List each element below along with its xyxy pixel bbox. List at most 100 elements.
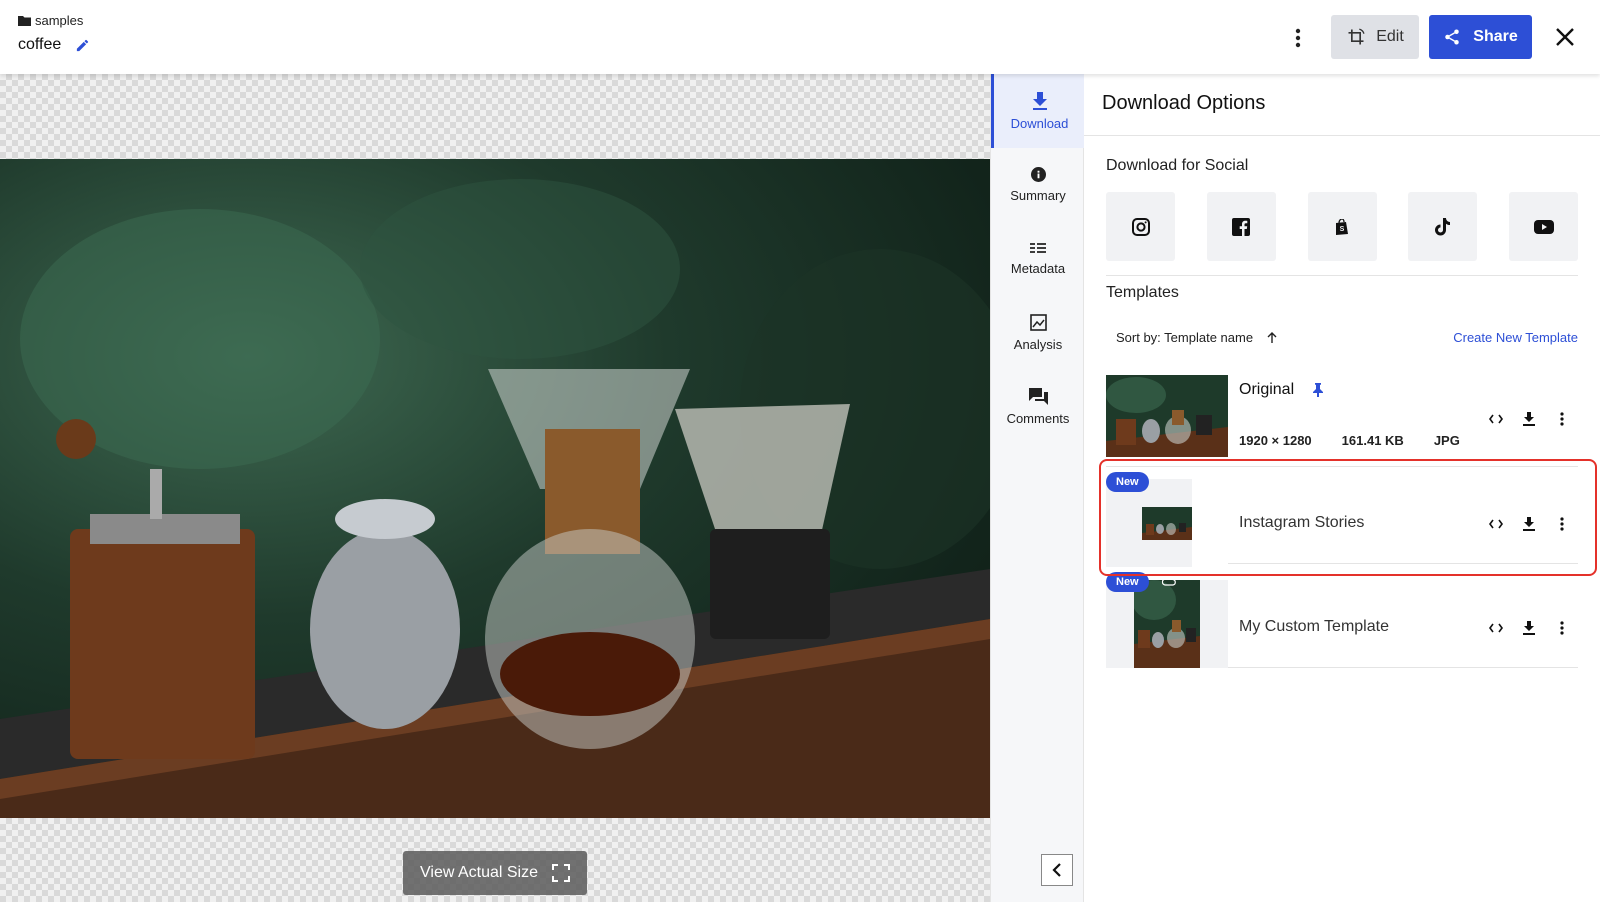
list-icon [1030,242,1046,253]
template-actions [1479,512,1578,536]
divider [1084,135,1600,136]
template-actions [1479,616,1578,640]
share-button[interactable]: Share [1429,15,1532,59]
nav-download-label: Download [1010,115,1069,131]
download-button[interactable] [1512,512,1545,536]
nav-summary[interactable]: Summary [991,148,1085,222]
embed-button[interactable] [1479,512,1512,536]
crop-rotate-icon [1348,28,1365,45]
vertical-dots-icon [1559,517,1564,531]
template-thumbnail [1106,479,1228,567]
code-icon [1488,414,1503,424]
template-name: Original [1239,381,1295,398]
breadcrumb[interactable]: samples [18,13,83,28]
edit-label: Edit [1376,28,1404,45]
chevron-left-icon [1052,863,1061,877]
close-button[interactable] [1550,22,1580,52]
more-options-button[interactable] [1284,24,1312,52]
shopify-button[interactable]: S [1307,192,1377,261]
create-template-link[interactable]: Create New Template [1453,330,1578,345]
tiktok-button[interactable] [1408,192,1478,261]
new-badge: New [1106,472,1149,492]
facebook-button[interactable] [1206,192,1276,261]
download-icon [1522,412,1535,426]
comments-icon [1028,388,1048,405]
vertical-dots-icon [1559,412,1564,426]
instagram-icon [1131,217,1150,236]
top-bar: samples coffee Edit Share [0,0,1600,74]
folder-icon [18,16,31,26]
nav-download[interactable]: Download [991,74,1085,148]
thumbnail-frame [1192,479,1228,567]
code-icon [1488,623,1503,633]
instagram-button[interactable] [1106,192,1175,261]
facebook-icon [1232,217,1251,236]
download-icon [1522,517,1535,531]
embed-button[interactable] [1479,407,1512,431]
thumbnail-image [1134,580,1200,668]
view-actual-size-button[interactable]: View Actual Size [403,851,587,895]
nav-comments-label: Comments [1006,411,1070,426]
template-name: Instagram Stories [1239,514,1365,531]
share-label: Share [1473,28,1518,45]
cloud-icon [1162,576,1176,586]
template-name: My Custom Template [1239,618,1389,635]
fullscreen-icon [552,864,570,882]
nav-summary-label: Summary [1010,188,1066,203]
file-size: 161.41 KB [1341,433,1404,448]
share-icon [1445,29,1460,45]
template-thumbnail [1106,375,1228,457]
youtube-button[interactable] [1509,192,1578,261]
info-icon [1030,167,1046,182]
collapse-panel-button[interactable] [1041,854,1073,886]
youtube-icon [1533,219,1554,234]
download-icon [1032,91,1047,110]
social-section-label: Download for Social [1106,157,1249,174]
nav-comments[interactable]: Comments [991,370,1085,444]
new-badge: New [1106,572,1149,592]
nav-analysis[interactable]: Analysis [991,296,1085,370]
download-panel: Download Options Download for Social S T… [1084,74,1600,902]
download-icon [1522,621,1535,635]
file-format: JPG [1433,433,1460,448]
analysis-icon [1029,314,1047,331]
coffee-photo [0,179,990,818]
divider [1106,275,1578,276]
close-icon [1556,28,1574,46]
social-buttons: S [1106,192,1578,261]
templates-section-label: Templates [1106,284,1179,301]
preview-image [0,159,990,818]
pencil-icon[interactable] [75,38,90,53]
arrow-up-icon [1267,331,1277,343]
asset-title: coffee [18,36,62,53]
folder-name: samples [35,13,84,28]
nav-metadata[interactable]: Metadata [991,222,1085,296]
tiktok-icon [1434,217,1450,235]
more-options-button[interactable] [1545,616,1578,640]
template-row[interactable]: Original 1920 × 1280 161.41 KB JPG [1106,375,1578,467]
more-options-button[interactable] [1545,512,1578,536]
vertical-dots-icon [1295,28,1301,48]
shopify-icon: S [1336,218,1348,235]
download-button[interactable] [1512,407,1545,431]
nav-metadata-label: Metadata [1010,260,1066,276]
pin-icon[interactable] [1312,383,1324,397]
template-thumbnail [1106,580,1228,668]
sort-control[interactable]: Sort by: Template name [1116,330,1277,345]
panel-title: Download Options [1102,92,1266,114]
edit-button[interactable]: Edit [1331,15,1419,59]
svg-text:S: S [1340,226,1345,233]
embed-button[interactable] [1479,616,1512,640]
template-meta: 1920 × 1280 161.41 KB JPG [1239,433,1490,448]
template-row[interactable]: New My Custom Template [1106,572,1578,668]
sort-label: Sort by: Template name [1116,330,1254,345]
vertical-dots-icon [1559,621,1564,635]
image-viewer: View Actual Size [0,74,990,902]
more-options-button[interactable] [1545,407,1578,431]
template-row[interactable]: New Instagram Stories [1106,472,1578,567]
side-nav: Download Summary Metadata Analysis Comme… [990,74,1085,902]
download-button[interactable] [1512,616,1545,640]
image-dimensions: 1920 × 1280 [1239,433,1312,448]
code-icon [1488,519,1503,529]
template-actions [1479,407,1578,431]
